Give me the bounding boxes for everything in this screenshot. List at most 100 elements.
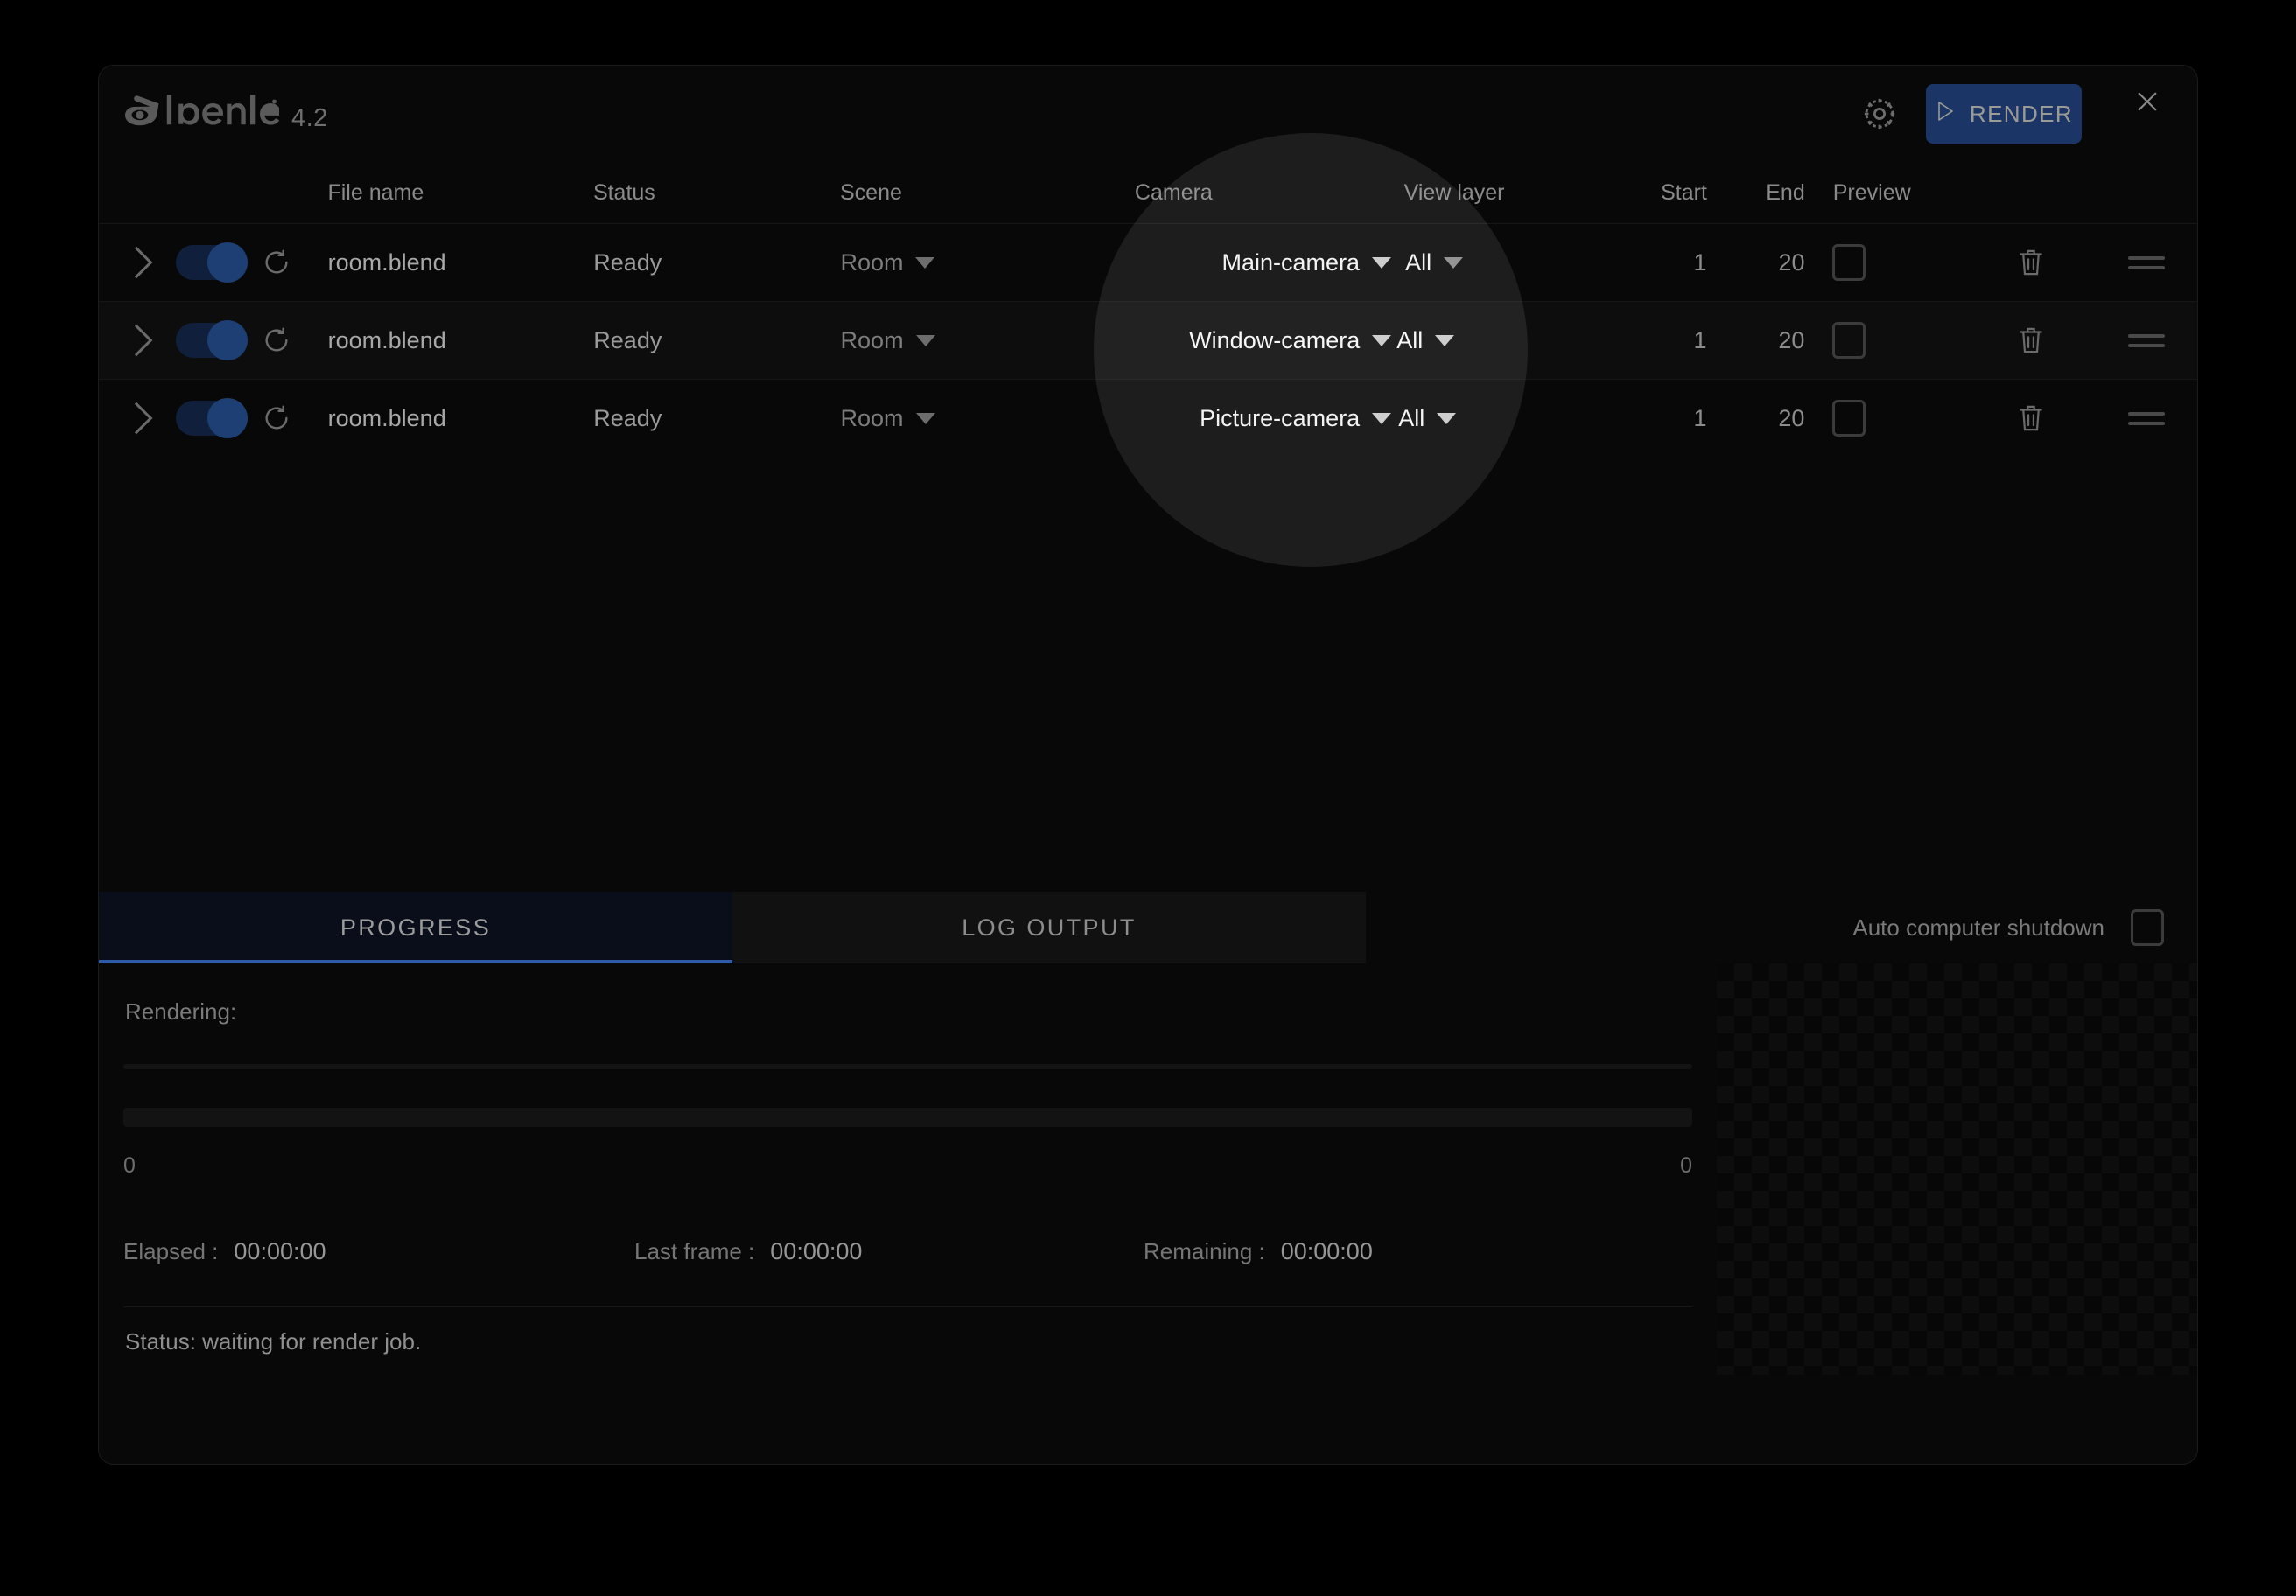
column-header-end: End — [1766, 179, 1805, 205]
trash-icon[interactable] — [1967, 402, 2095, 435]
cell-view-layer: All — [1398, 404, 1425, 431]
preview-checkbox[interactable] — [1804, 244, 1967, 281]
auto-shutdown-label: Auto computer shutdown — [1852, 914, 2104, 941]
refresh-icon[interactable] — [262, 326, 328, 355]
camera-dropdown[interactable]: Window-camera — [1092, 327, 1392, 354]
table-row[interactable]: room.blend Ready Room Picture-camera All… — [99, 379, 2197, 457]
progress-bar-endpoints: 0 0 — [123, 1153, 1692, 1179]
refresh-icon[interactable] — [262, 403, 328, 433]
drag-handle-icon[interactable] — [2095, 256, 2197, 270]
view-layer-dropdown[interactable]: All — [1391, 405, 1544, 432]
column-header-scene: Scene — [840, 179, 902, 205]
table-row[interactable]: room.blend Ready Room Window-camera All … — [99, 301, 2197, 379]
frame-progress-bar — [123, 1108, 1692, 1127]
close-icon[interactable] — [2127, 81, 2167, 122]
drag-handle-icon[interactable] — [2095, 333, 2197, 347]
chevron-down-icon — [915, 334, 935, 346]
titlebar: 4.2 RENDER — [99, 66, 2197, 162]
chevron-right-icon[interactable] — [120, 246, 176, 279]
drag-handle-icon[interactable] — [2095, 411, 2197, 425]
cell-status: Ready — [593, 326, 662, 354]
trash-icon[interactable] — [1967, 246, 2095, 279]
column-header-camera: Camera — [1134, 179, 1213, 205]
cell-camera: Picture-camera — [1200, 404, 1361, 431]
table-header-row: File name Status Scene Camera View layer… — [99, 162, 2197, 223]
cell-scene: Room — [840, 248, 904, 276]
chevron-down-icon — [1372, 412, 1392, 424]
last-frame-label: Last frame : — [634, 1238, 755, 1264]
remaining-label: Remaining : — [1144, 1238, 1265, 1264]
tab-progress[interactable]: PROGRESS — [99, 892, 732, 963]
chevron-down-icon — [1435, 334, 1455, 346]
trash-icon[interactable] — [1967, 324, 2095, 357]
cell-end-frame[interactable]: 20 — [1707, 405, 1804, 432]
column-header-preview: Preview — [1832, 179, 1911, 205]
chevron-down-icon — [1437, 412, 1457, 424]
cell-start-frame[interactable]: 1 — [1545, 249, 1707, 276]
job-enabled-toggle[interactable] — [176, 320, 261, 360]
play-triangle-icon — [1935, 100, 1956, 129]
progress-left-value: 0 — [123, 1153, 136, 1178]
chevron-right-icon[interactable] — [120, 324, 176, 357]
app-version: 4.2 — [291, 103, 328, 132]
remaining-value: 00:00:00 — [1280, 1238, 1373, 1264]
column-header-file-name: File name — [327, 179, 424, 205]
chevron-down-icon — [915, 412, 935, 424]
scene-dropdown[interactable]: Room — [841, 405, 1092, 432]
cell-view-layer: All — [1405, 248, 1432, 276]
view-layer-dropdown[interactable]: All — [1391, 327, 1544, 354]
cell-file-name: room.blend — [327, 248, 446, 276]
job-enabled-toggle[interactable] — [176, 398, 261, 438]
cell-status: Ready — [593, 248, 662, 276]
camera-dropdown[interactable]: Main-camera — [1092, 249, 1392, 276]
elapsed-label: Elapsed : — [123, 1238, 219, 1264]
titlebar-actions: RENDER — [1859, 84, 2167, 144]
blender-render-manager-window: 4.2 RENDER File name Status Scene Camera… — [98, 65, 2198, 1465]
job-enabled-toggle[interactable] — [176, 242, 261, 283]
cell-start-frame[interactable]: 1 — [1545, 327, 1706, 354]
progress-details: Rendering: 0 0 Elapsed : 00:00:00 Last f… — [99, 963, 1717, 1375]
column-header-start: Start — [1661, 179, 1707, 205]
chevron-right-icon[interactable] — [120, 402, 176, 435]
column-header-status: Status — [592, 179, 655, 205]
rendering-label: Rendering: — [125, 998, 237, 1025]
render-button[interactable]: RENDER — [1926, 84, 2082, 144]
cell-start-frame[interactable]: 1 — [1545, 405, 1706, 432]
tab-progress-label: PROGRESS — [340, 914, 492, 941]
column-header-view-layer: View layer — [1404, 179, 1505, 205]
table-row[interactable]: room.blend Ready Room Main-camera All 1 … — [99, 223, 2197, 301]
cell-status: Ready — [593, 404, 662, 431]
status-line: Status: waiting for render job. — [123, 1306, 1692, 1375]
chevron-down-icon — [1372, 334, 1392, 346]
render-jobs-table: File name Status Scene Camera View layer… — [99, 162, 2197, 892]
cell-end-frame[interactable]: 20 — [1707, 327, 1804, 354]
chevron-down-icon — [915, 256, 935, 269]
cell-scene: Room — [840, 404, 904, 431]
app-brand: 4.2 — [125, 92, 328, 136]
tab-log-output[interactable]: LOG OUTPUT — [732, 892, 1366, 963]
last-frame-group: Last frame : 00:00:00 — [634, 1238, 1144, 1265]
render-button-label: RENDER — [1969, 100, 2074, 127]
cell-view-layer: All — [1396, 326, 1424, 354]
progress-panel: Rendering: 0 0 Elapsed : 00:00:00 Last f… — [99, 963, 2197, 1375]
chevron-down-icon — [1372, 256, 1392, 269]
render-preview-checkerboard — [1717, 963, 2197, 1375]
camera-dropdown[interactable]: Picture-camera — [1092, 405, 1392, 432]
blender-logo-icon — [125, 92, 281, 136]
scene-dropdown[interactable]: Room — [841, 327, 1092, 354]
preview-checkbox[interactable] — [1804, 322, 1967, 359]
screen: 4.2 RENDER File name Status Scene Camera… — [0, 0, 2296, 1596]
cell-end-frame[interactable]: 20 — [1707, 249, 1804, 276]
view-layer-dropdown[interactable]: All — [1391, 249, 1545, 276]
cell-camera: Window-camera — [1189, 326, 1361, 354]
gear-icon[interactable] — [1859, 94, 1900, 134]
preview-checkbox[interactable] — [1804, 400, 1967, 437]
cell-camera: Main-camera — [1222, 248, 1361, 276]
refresh-icon[interactable] — [262, 248, 328, 277]
status-text: Status: waiting for render job. — [125, 1328, 422, 1354]
auto-shutdown-checkbox[interactable] — [2131, 909, 2164, 946]
progress-right-value: 0 — [1680, 1153, 1692, 1178]
scene-dropdown[interactable]: Room — [840, 249, 1091, 276]
auto-shutdown-control: Auto computer shutdown — [1366, 892, 2197, 963]
tab-log-output-label: LOG OUTPUT — [962, 914, 1137, 941]
